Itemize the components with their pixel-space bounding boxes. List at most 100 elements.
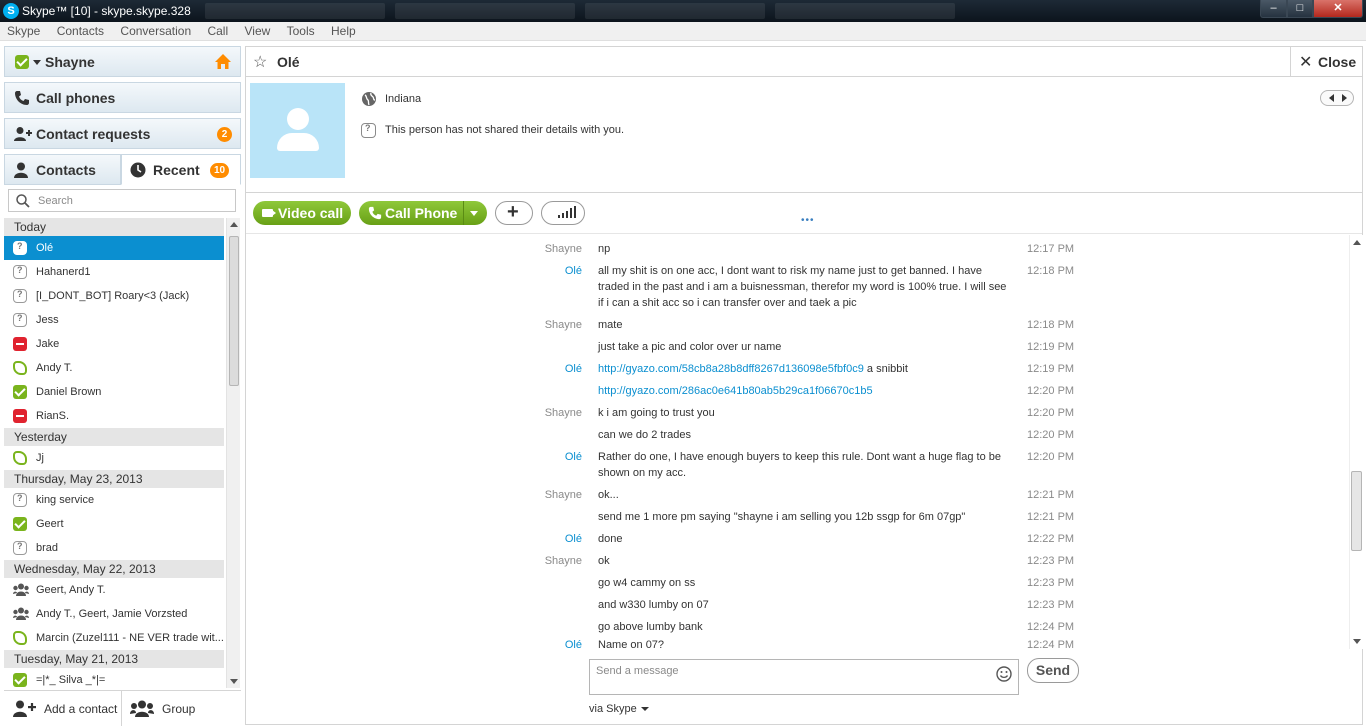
chevron-right-icon[interactable] <box>1342 94 1347 102</box>
call-phone-button[interactable]: Call Phone <box>359 201 487 225</box>
scroll-thumb[interactable] <box>229 236 239 386</box>
list-item[interactable]: Jj <box>4 446 224 470</box>
tab-recent[interactable]: Recent 10 <box>121 154 241 185</box>
message-timestamp: 12:24 PM <box>1027 621 1075 633</box>
add-contact-label: Add a contact <box>44 702 118 716</box>
call-quality-button[interactable] <box>541 201 585 225</box>
message-timestamp: 12:18 PM <box>1027 265 1075 277</box>
emoticon-icon[interactable] <box>996 666 1012 682</box>
sidebar-bottom-bar: Add a contact Group <box>4 690 241 726</box>
home-icon[interactable] <box>214 53 232 70</box>
via-label: via Skype <box>589 703 637 715</box>
maximize-button[interactable]: □ <box>1287 0 1313 18</box>
contact-name: Olé <box>36 242 54 254</box>
message-text: ok... <box>598 489 619 501</box>
sidebar-scrollbar[interactable] <box>226 218 240 688</box>
chevron-left-icon[interactable] <box>1329 94 1334 102</box>
send-button[interactable]: Send <box>1027 658 1079 683</box>
message-sender[interactable]: Olé <box>565 637 582 649</box>
message-text: go above lumby bank <box>598 621 703 633</box>
contact-name: Andy T. <box>36 362 73 374</box>
star-icon[interactable]: ☆ <box>253 52 267 72</box>
menu-call[interactable]: Call <box>200 22 234 38</box>
list-item[interactable]: RianS. <box>4 404 224 428</box>
list-group-header: Yesterday <box>4 428 224 446</box>
list-item[interactable]: Jess <box>4 308 224 332</box>
list-item[interactable]: [I_DONT_BOT] Roary<3 (Jack) <box>4 284 224 308</box>
unknown-status-icon <box>13 493 27 507</box>
list-item[interactable]: king service <box>4 488 224 512</box>
scroll-up-arrow[interactable] <box>230 222 238 227</box>
message-sender[interactable]: Olé <box>565 531 582 547</box>
message-timestamp: 12:20 PM <box>1027 429 1075 441</box>
chevron-down-icon[interactable] <box>470 211 478 216</box>
menu-tools[interactable]: Tools <box>280 22 321 38</box>
unknown-status-icon <box>361 123 376 138</box>
scroll-thumb[interactable] <box>1351 471 1362 551</box>
message-sender[interactable]: Olé <box>565 263 582 279</box>
list-item[interactable]: Jake <box>4 332 224 356</box>
message-link[interactable]: http://gyazo.com/58cb8a28b8dff8267d13609… <box>598 363 864 375</box>
add-to-call-button[interactable]: + <box>495 201 533 225</box>
message-sender[interactable]: Shayne <box>545 317 582 333</box>
tab-recent-label: Recent <box>153 162 200 178</box>
conversation-panel: ☆ Olé ✕ Close Indiana This person has no… <box>245 46 1363 725</box>
group-button[interactable]: Group <box>122 691 241 726</box>
profile-nav-arrows[interactable] <box>1320 90 1354 106</box>
window-close-button[interactable]: ✕ <box>1313 0 1363 18</box>
offline-status-icon <box>13 361 27 375</box>
list-group-header: Thursday, May 23, 2013 <box>4 470 224 488</box>
close-conversation-button[interactable]: ✕ Close <box>1290 47 1362 76</box>
message-text: np <box>598 243 611 255</box>
offline-status-icon <box>13 631 27 645</box>
scroll-down-arrow[interactable] <box>1353 639 1361 644</box>
message-history: Shayne np 12:17 PM Olé all my shit is on one… <box>246 235 1349 649</box>
contact-name: Daniel Brown <box>36 386 102 398</box>
list-item[interactable]: Andy T. <box>4 356 224 380</box>
add-contact-button[interactable]: Add a contact <box>4 691 122 726</box>
message-sender[interactable]: Shayne <box>545 553 582 569</box>
via-skype-selector[interactable]: via Skype <box>589 703 649 715</box>
contact-name: brad <box>36 542 59 554</box>
list-item[interactable]: =|*_ Silva _*|= <box>4 668 224 688</box>
call-phones-button[interactable]: Call phones <box>4 82 241 113</box>
message-link[interactable]: http://gyazo.com/286ac0e641b80ab5b29ca1f… <box>598 385 873 397</box>
menu-contacts[interactable]: Contacts <box>50 22 110 38</box>
message-sender[interactable]: Olé <box>565 361 582 377</box>
contact-name: Geert <box>36 518 64 530</box>
menu-conversation[interactable]: Conversation <box>113 22 197 38</box>
message-sender[interactable]: Olé <box>565 449 582 465</box>
message-timestamp: 12:17 PM <box>1027 243 1075 255</box>
message-text: send me 1 more pm saying "shayne i am se… <box>598 511 966 523</box>
menu-help[interactable]: Help <box>324 22 362 38</box>
list-item[interactable]: Olé <box>4 236 224 260</box>
message-text: done <box>598 533 623 545</box>
menu-view[interactable]: View <box>237 22 276 38</box>
list-item[interactable]: Daniel Brown <box>4 380 224 404</box>
list-item[interactable]: Geert <box>4 512 224 536</box>
scroll-up-arrow[interactable] <box>1353 240 1361 245</box>
search-input[interactable]: Search <box>8 189 236 212</box>
unknown-status-icon <box>13 541 27 555</box>
chat-scrollbar[interactable] <box>1349 235 1363 649</box>
unknown-status-icon <box>13 265 27 279</box>
minimize-button[interactable]: ‒ <box>1260 0 1287 18</box>
message-sender[interactable]: Shayne <box>545 487 582 503</box>
profile-button[interactable]: Shayne <box>4 46 241 77</box>
message-text: ok <box>598 555 610 567</box>
video-call-button[interactable]: Video call <box>253 201 351 225</box>
list-item[interactable]: Marcin (Zuzel111 - NE VER trade wit... <box>4 626 224 650</box>
list-item[interactable]: brad <box>4 536 224 560</box>
contact-requests-button[interactable]: Contact requests 2 <box>4 118 241 149</box>
message-input[interactable]: Send a message <box>589 659 1019 695</box>
menu-skype[interactable]: Skype <box>0 22 46 38</box>
list-item[interactable]: Hahanerd1 <box>4 260 224 284</box>
tab-contacts[interactable]: Contacts <box>4 154 121 185</box>
group-icon <box>13 583 29 597</box>
message-sender[interactable]: Shayne <box>545 241 582 257</box>
message-sender[interactable]: Shayne <box>545 405 582 421</box>
scroll-down-arrow[interactable] <box>230 679 238 684</box>
list-item[interactable]: Andy T., Geert, Jamie Vorzsted <box>4 602 224 626</box>
plus-icon: + <box>507 201 519 223</box>
list-item[interactable]: Geert, Andy T. <box>4 578 224 602</box>
